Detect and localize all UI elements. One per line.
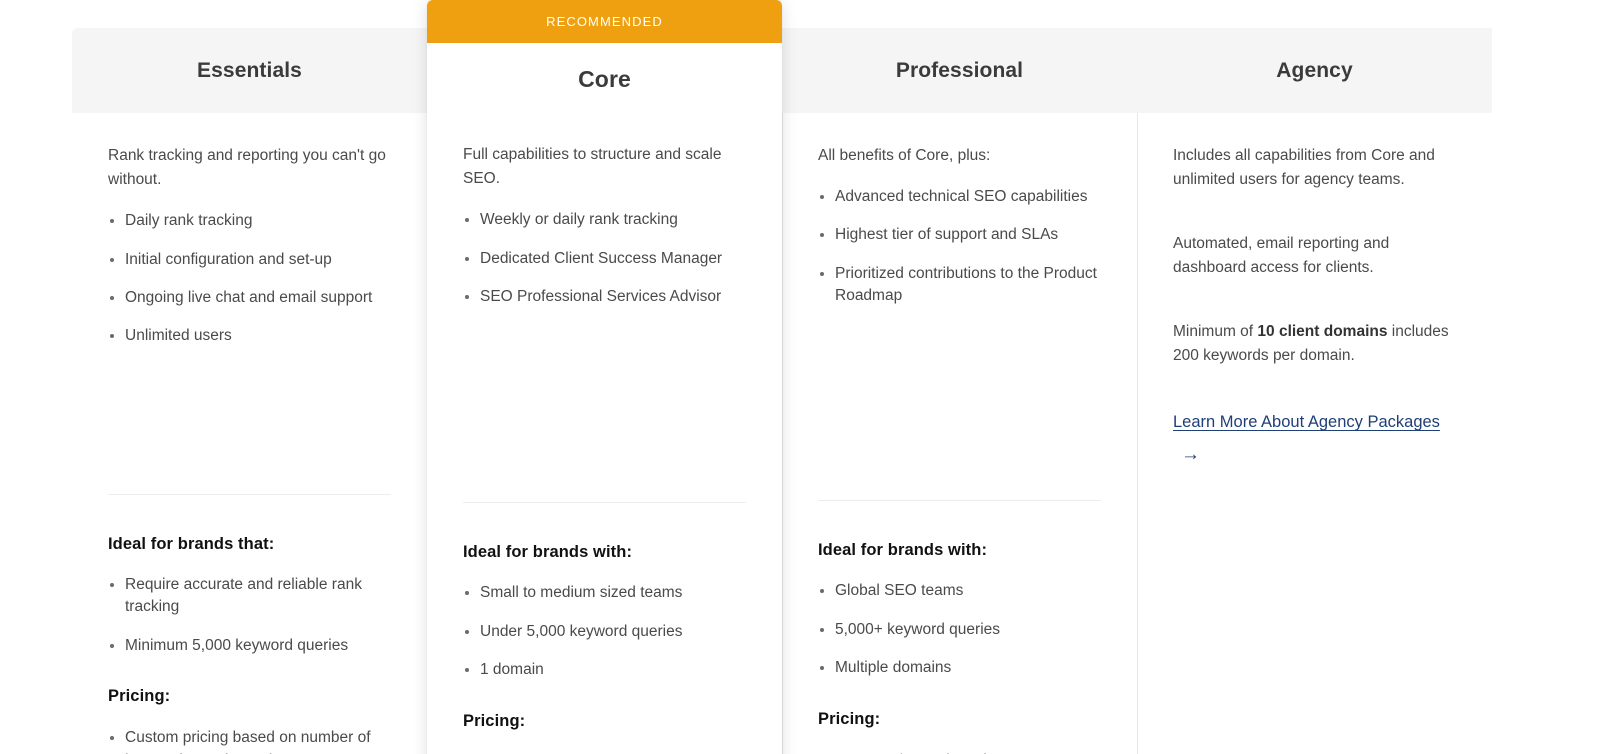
feature-item: Dedicated Client Success Manager bbox=[463, 248, 746, 270]
ideal-for-title: Ideal for brands that: bbox=[108, 534, 275, 553]
feature-item: Highest tier of support and SLAs bbox=[818, 224, 1101, 246]
feature-item: Prioritized contributions to the Product… bbox=[818, 263, 1101, 308]
plan-header-professional: Professional bbox=[782, 28, 1137, 113]
feature-item: Unlimited users bbox=[108, 325, 391, 347]
list-item: Require accurate and reliable rank track… bbox=[108, 574, 391, 619]
plan-intro: Full capabilities to structure and scale… bbox=[463, 146, 722, 188]
learn-more-agency-packages-link[interactable]: Learn More About Agency Packages → bbox=[1173, 408, 1456, 472]
minimum-note-emphasis: 10 client domains bbox=[1257, 323, 1388, 341]
list-item: Multiple domains bbox=[818, 657, 1101, 679]
plan-intro: Includes all capabilities from Core and … bbox=[1173, 147, 1435, 189]
pricing-block: Pricing: Starts at $4,500/month bbox=[818, 710, 1101, 754]
plan-intro-secondary: Automated, email reporting and dashboard… bbox=[1173, 235, 1390, 277]
feature-item: Initial configuration and set-up bbox=[108, 249, 391, 271]
recommended-badge-label: RECOMMENDED bbox=[546, 14, 663, 29]
list-item: Starts at $4,500/month bbox=[818, 750, 1101, 754]
minimum-domains-note: Minimum of 10 client domains includes 20… bbox=[1173, 320, 1456, 368]
minimum-note-prefix: Minimum of bbox=[1173, 323, 1258, 341]
feature-list: Daily rank tracking Initial configuratio… bbox=[108, 210, 391, 364]
feature-item: Advanced technical SEO capabilities bbox=[818, 186, 1101, 208]
feature-item: Ongoing live chat and email support bbox=[108, 287, 391, 309]
plan-column-core: RECOMMENDED Core Full capabilities to st… bbox=[427, 0, 782, 754]
section-divider bbox=[463, 502, 746, 504]
pricing-block: Pricing: Starts at $3,000/month bbox=[463, 712, 746, 754]
section-divider bbox=[108, 493, 391, 495]
ideal-for-title: Ideal for brands with: bbox=[463, 543, 633, 562]
feature-item: SEO Professional Services Advisor bbox=[463, 286, 746, 308]
list-item: Global SEO teams bbox=[818, 580, 1101, 602]
arrow-right-icon: → bbox=[1181, 443, 1200, 465]
plan-title: Essentials bbox=[197, 58, 302, 82]
list-item: Custom pricing based on number of keywor… bbox=[108, 727, 391, 754]
feature-list: Advanced technical SEO capabilities High… bbox=[818, 186, 1101, 324]
pricing-title: Pricing: bbox=[463, 711, 526, 730]
plan-body-essentials: Rank tracking and reporting you can't go… bbox=[72, 113, 427, 754]
pricing-table: Essentials Rank tracking and reporting y… bbox=[72, 0, 1492, 754]
ideal-for-list: Small to medium sized teams Under 5,000 … bbox=[463, 582, 746, 697]
list-item: Small to medium sized teams bbox=[463, 582, 746, 604]
plan-title: Core bbox=[578, 65, 631, 92]
pricing-title: Pricing: bbox=[818, 709, 881, 728]
list-item: Minimum 5,000 keyword queries bbox=[108, 635, 391, 657]
link-label: Learn More About Agency Packages bbox=[1173, 413, 1440, 432]
feature-list: Weekly or daily rank tracking Dedicated … bbox=[463, 209, 746, 324]
plan-header-essentials: Essentials bbox=[72, 28, 427, 113]
list-item: Under 5,000 keyword queries bbox=[463, 621, 746, 643]
plan-header-agency: Agency bbox=[1137, 28, 1492, 113]
pricing-title: Pricing: bbox=[108, 687, 171, 706]
plan-intro: Rank tracking and reporting you can't go… bbox=[108, 147, 386, 189]
pricing-list: Custom pricing based on number of keywor… bbox=[108, 727, 391, 754]
pricing-page: Essentials Rank tracking and reporting y… bbox=[0, 0, 1600, 754]
section-divider bbox=[818, 500, 1101, 502]
pricing-list: Starts at $4,500/month bbox=[818, 750, 1101, 754]
plan-column-essentials: Essentials Rank tracking and reporting y… bbox=[72, 28, 427, 754]
pricing-block: Pricing: Custom pricing based on number … bbox=[108, 687, 391, 754]
plan-header-core: Core bbox=[427, 43, 782, 115]
plan-body-core: Full capabilities to structure and scale… bbox=[427, 115, 782, 754]
list-item: 5,000+ keyword queries bbox=[818, 619, 1101, 641]
ideal-for-list: Global SEO teams 5,000+ keyword queries … bbox=[818, 580, 1101, 695]
plan-body-professional: All benefits of Core, plus: Advanced tec… bbox=[782, 113, 1137, 754]
feature-item: Daily rank tracking bbox=[108, 210, 391, 232]
plan-intro: All benefits of Core, plus: bbox=[818, 147, 991, 164]
list-item: 1 domain bbox=[463, 659, 746, 681]
ideal-for-list: Require accurate and reliable rank track… bbox=[108, 574, 391, 673]
plan-body-agency: Includes all capabilities from Core and … bbox=[1137, 113, 1492, 754]
plan-column-agency: Agency Includes all capabilities from Co… bbox=[1137, 28, 1492, 754]
feature-item: Weekly or daily rank tracking bbox=[463, 209, 746, 231]
recommended-badge: RECOMMENDED bbox=[427, 0, 782, 43]
plan-column-professional: Professional All benefits of Core, plus:… bbox=[782, 28, 1137, 754]
plan-title: Agency bbox=[1276, 58, 1353, 82]
plan-title: Professional bbox=[895, 58, 1024, 82]
ideal-for-title: Ideal for brands with: bbox=[818, 541, 988, 560]
